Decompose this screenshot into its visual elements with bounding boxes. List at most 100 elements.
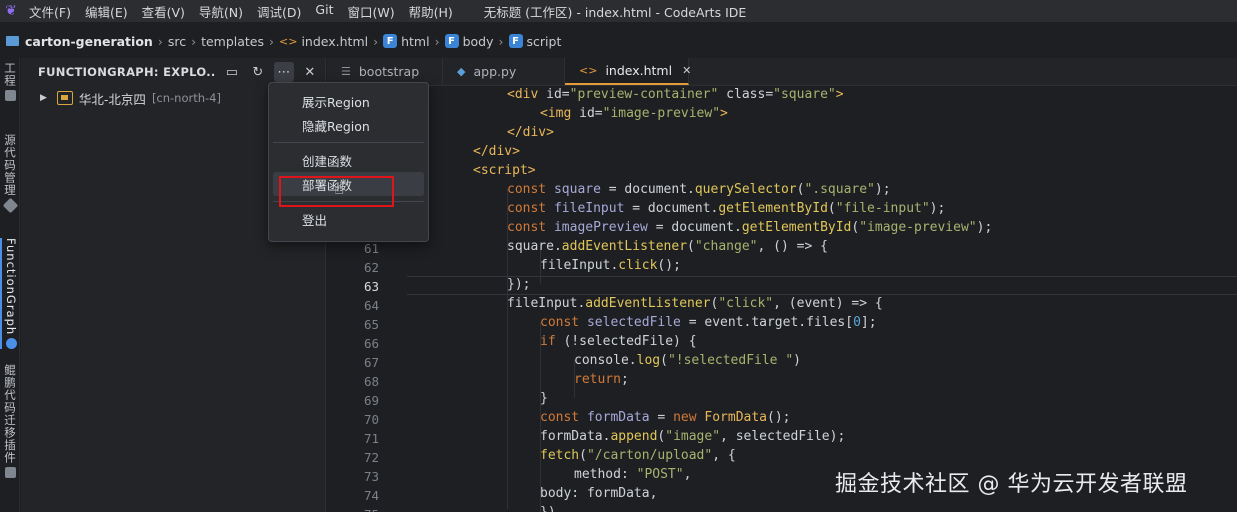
line-number-current: 63	[363, 279, 379, 294]
element-icon: F	[508, 34, 523, 48]
plugin-icon	[4, 467, 16, 478]
code-editor[interactable]: 61 62 63 64 65 66 67 68 69 70 71 72 73 7…	[327, 86, 1237, 512]
line-number: 74	[363, 488, 379, 503]
line-number: 71	[363, 431, 379, 446]
code-line: </div>	[507, 125, 554, 140]
menu-edit[interactable]: 编辑(E)	[78, 2, 135, 21]
folder-icon	[4, 90, 16, 101]
element-icon: F	[444, 34, 459, 48]
code-line: fileInput.click();	[540, 258, 681, 273]
breadcrumb-src[interactable]: src	[168, 34, 186, 49]
html-file-icon: <>	[579, 64, 598, 77]
breadcrumb-project[interactable]: carton-generation	[25, 34, 153, 49]
activity-bar: 工程 源代码管理 FunctionGraph 鲲鹏代码迁移插件	[0, 58, 20, 512]
breadcrumb-body[interactable]: body	[463, 34, 494, 49]
code-line: const selectedFile = event.target.files[…	[540, 315, 877, 330]
menu-item-logout[interactable]: 登出	[273, 207, 424, 231]
code-line: })	[540, 505, 556, 512]
menu-item-hide-region[interactable]: 隐藏Region	[273, 113, 424, 137]
line-number: 66	[363, 336, 379, 351]
code-line: formData.append("image", selectedFile);	[540, 429, 846, 444]
code-line: const imagePreview = document.getElement…	[507, 220, 993, 235]
comment-icon[interactable]: ▭	[222, 62, 242, 82]
menu-navigate[interactable]: 导航(N)	[192, 2, 250, 21]
breadcrumb-html[interactable]: html	[401, 34, 429, 49]
line-number: 67	[363, 355, 379, 370]
element-icon: F	[383, 34, 398, 48]
chevron-right-icon: ›	[191, 33, 197, 49]
menu-divider	[273, 142, 424, 143]
code-line: <img id="image-preview">	[540, 106, 728, 121]
line-number: 68	[363, 374, 379, 389]
tab-bootstrap[interactable]: ☰ bootstrap	[327, 58, 443, 85]
region-icon	[56, 91, 73, 105]
python-icon: ◆	[457, 65, 466, 78]
html-file-icon: <>	[279, 34, 298, 48]
region-label: 华北-北京四	[78, 91, 146, 107]
hand-cursor-icon: ☝	[334, 179, 345, 199]
code-line: const square = document.querySelector(".…	[507, 182, 891, 197]
editor-tabs: ☰ bootstrap ◆ app.py <> index.html ✕	[327, 58, 1237, 86]
tab-index-html[interactable]: <> index.html ✕	[565, 58, 691, 85]
menu-view[interactable]: 查看(V)	[135, 2, 192, 21]
codearts-logo-icon: ❦	[5, 3, 17, 19]
folder-icon	[6, 36, 19, 46]
code-line: const fileInput = document.getElementByI…	[507, 201, 946, 216]
menu-file[interactable]: 文件(F)	[22, 2, 78, 21]
code-line: if (!selectedFile) {	[540, 334, 697, 349]
tab-app-py[interactable]: ◆ app.py	[443, 58, 565, 85]
sidebar-title: FUNCTIONGRAPH: EXPLO...	[38, 65, 216, 79]
line-number: 73	[363, 469, 379, 484]
line-number: 65	[363, 317, 379, 332]
breadcrumb-templates[interactable]: templates	[201, 34, 264, 49]
code-line: method: "POST",	[574, 467, 692, 482]
refresh-icon[interactable]: ↻	[248, 62, 268, 82]
code-line: });	[507, 277, 531, 292]
menu-bar: 文件(F) 编辑(E) 查看(V) 导航(N) 调试(D) Git 窗口(W) …	[22, 2, 460, 21]
current-line-highlight	[407, 276, 1237, 295]
line-number: 62	[363, 260, 379, 275]
menu-help[interactable]: 帮助(H)	[402, 2, 460, 21]
code-line: fetch("/carton/upload", {	[540, 448, 736, 463]
region-code: [cn-north-4]	[151, 91, 221, 105]
code-line: fileInput.addEventListener("click", (eve…	[507, 296, 883, 311]
code-line: }	[540, 391, 548, 406]
chevron-right-icon: ›	[434, 33, 440, 49]
line-number: 72	[363, 450, 379, 465]
chevron-right-icon: ›	[269, 33, 275, 49]
activity-source-control[interactable]: 源代码管理	[0, 134, 20, 213]
activity-functiongraph[interactable]: FunctionGraph	[0, 238, 20, 350]
cloud-icon	[5, 338, 17, 350]
breadcrumb: carton-generation › src › templates › <>…	[0, 30, 1237, 52]
code-line: console.log("!selectedFile ")	[574, 353, 801, 368]
chevron-right-icon: ▶	[40, 93, 47, 103]
activity-kunpeng-migration[interactable]: 鲲鹏代码迁移插件	[0, 364, 20, 478]
menu-item-show-region[interactable]: 展示Region	[273, 89, 424, 113]
watermark: 掘金技术社区 @ 华为云开发者联盟	[835, 472, 1188, 497]
line-number: 75	[327, 507, 379, 512]
line-number: 69	[363, 393, 379, 408]
code-line: return;	[574, 372, 629, 387]
git-icon	[2, 197, 18, 213]
more-actions-menu: 展示Region 隐藏Region 创建函数 部署函数 登出	[268, 82, 429, 242]
menu-window[interactable]: 窗口(W)	[340, 2, 401, 21]
breadcrumb-file[interactable]: index.html	[301, 34, 368, 49]
close-icon[interactable]: ✕	[682, 64, 691, 77]
menu-debug[interactable]: 调试(D)	[250, 2, 308, 21]
menu-git[interactable]: Git	[308, 2, 340, 21]
chevron-right-icon: ›	[157, 33, 163, 49]
code-line: </div>	[473, 144, 520, 159]
close-icon[interactable]: ✕	[300, 62, 320, 82]
code-line: square.addEventListener("change", () => …	[507, 239, 828, 254]
breadcrumb-script[interactable]: script	[527, 34, 562, 49]
line-number: 61	[363, 241, 379, 256]
code-line: body: formData,	[540, 486, 658, 501]
title-bar: ❦ 文件(F) 编辑(E) 查看(V) 导航(N) 调试(D) Git 窗口(W…	[0, 0, 1237, 22]
code-line: <script>	[473, 163, 536, 178]
more-actions-icon[interactable]: ⋯	[274, 62, 294, 82]
line-number: 64	[363, 298, 379, 313]
menu-item-create-function[interactable]: 创建函数	[273, 148, 424, 172]
chevron-right-icon: ›	[498, 33, 504, 49]
code-line: const formData = new FormData();	[540, 410, 791, 425]
activity-project[interactable]: 工程	[0, 62, 20, 101]
